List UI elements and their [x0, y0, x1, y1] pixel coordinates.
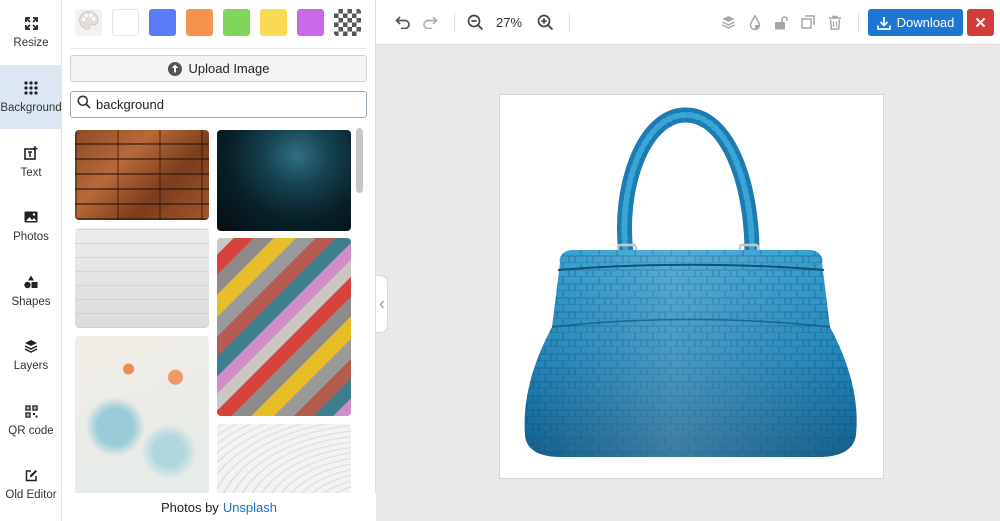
- toolbar-divider: [454, 13, 455, 32]
- nav-label: Layers: [13, 360, 49, 372]
- nav-label: Old Editor: [5, 489, 57, 501]
- credit-text: Photos by: [160, 499, 219, 515]
- background-thumbnail-dark-teal[interactable]: [217, 130, 351, 231]
- nav-item-photos[interactable]: Photos: [0, 194, 62, 258]
- search-box[interactable]: [70, 91, 367, 118]
- image-icon: [23, 209, 39, 225]
- swatch-blue[interactable]: [149, 9, 176, 36]
- undo-icon[interactable]: [394, 12, 412, 32]
- download-button[interactable]: Download: [868, 9, 963, 36]
- search-icon: [77, 95, 91, 114]
- swatch-white[interactable]: [112, 9, 139, 36]
- top-toolbar: 27% Download: [376, 0, 1000, 45]
- design-artboard[interactable]: [499, 94, 884, 479]
- swatch-yellow[interactable]: [260, 9, 287, 36]
- close-icon: [975, 17, 986, 28]
- background-thumbnail-white-brick[interactable]: [75, 228, 209, 328]
- nav-item-old-editor[interactable]: Old Editor: [0, 452, 62, 516]
- background-thumbnail-waves[interactable]: [217, 424, 351, 504]
- panel-scrollbar[interactable]: [356, 128, 363, 193]
- unlock-icon[interactable]: [772, 12, 790, 32]
- redo-icon[interactable]: [421, 12, 439, 32]
- divider: [70, 48, 367, 49]
- upload-label: Upload Image: [188, 61, 270, 76]
- nav-label: QR code: [8, 425, 54, 437]
- canvas-workspace: [376, 45, 1000, 521]
- grid-dots-icon: [23, 80, 39, 96]
- nav-item-resize[interactable]: Resize: [0, 0, 62, 64]
- swatch-transparent[interactable]: [334, 9, 361, 36]
- swatch-green[interactable]: [223, 9, 250, 36]
- duplicate-icon[interactable]: [799, 12, 817, 32]
- background-panel: Upload Image Photos by Unsplash: [62, 0, 376, 521]
- toolbar-divider: [569, 13, 570, 32]
- search-input[interactable]: [96, 97, 356, 112]
- close-button[interactable]: [967, 9, 994, 36]
- layers-icon: [23, 338, 39, 354]
- layer-order-icon[interactable]: [719, 12, 737, 32]
- collapse-panel-handle[interactable]: [376, 275, 388, 333]
- unsplash-link[interactable]: Unsplash: [223, 500, 277, 515]
- download-label: Download: [896, 15, 955, 30]
- background-thumbnail-wood[interactable]: [75, 130, 209, 220]
- nav-label: Background: [0, 102, 62, 114]
- palette-icon: [78, 10, 99, 36]
- toolbar-divider: [858, 13, 859, 32]
- nav-label: Shapes: [11, 296, 51, 308]
- photo-credit: Photos by Unsplash: [62, 493, 376, 521]
- resize-icon: [23, 15, 39, 31]
- nav-item-text[interactable]: Text: [0, 130, 62, 194]
- zoom-level: 27%: [496, 15, 523, 30]
- nav-item-background[interactable]: Background: [0, 65, 62, 129]
- zoom-in-icon[interactable]: [536, 12, 554, 32]
- qr-code-icon: [23, 403, 39, 419]
- zoom-out-icon[interactable]: [466, 12, 484, 32]
- upload-image-button[interactable]: Upload Image: [70, 55, 367, 82]
- swatch-purple[interactable]: [297, 9, 324, 36]
- upload-icon: [167, 61, 182, 76]
- handbag-image[interactable]: [500, 95, 883, 478]
- swatch-orange[interactable]: [186, 9, 213, 36]
- nav-label: Resize: [13, 37, 49, 49]
- shapes-icon: [23, 274, 39, 290]
- add-text-icon: [23, 145, 39, 161]
- nav-item-shapes[interactable]: Shapes: [0, 259, 62, 323]
- left-nav-rail: Resize Background Text Photos Shapes Lay…: [0, 0, 62, 521]
- background-thumbnail-marble[interactable]: [75, 336, 209, 501]
- edit-icon: [23, 467, 39, 483]
- opacity-drop-icon[interactable]: [746, 12, 764, 32]
- chevron-left-icon: [379, 300, 384, 308]
- trash-icon[interactable]: [826, 12, 844, 32]
- nav-item-layers[interactable]: Layers: [0, 323, 62, 387]
- nav-label: Text: [20, 167, 42, 179]
- download-icon: [876, 16, 891, 30]
- background-thumbnail-colorful-stripes[interactable]: [217, 238, 351, 416]
- nav-label: Photos: [13, 231, 49, 243]
- nav-item-qr-code[interactable]: QR code: [0, 388, 62, 452]
- color-picker-swatch[interactable]: [75, 9, 102, 36]
